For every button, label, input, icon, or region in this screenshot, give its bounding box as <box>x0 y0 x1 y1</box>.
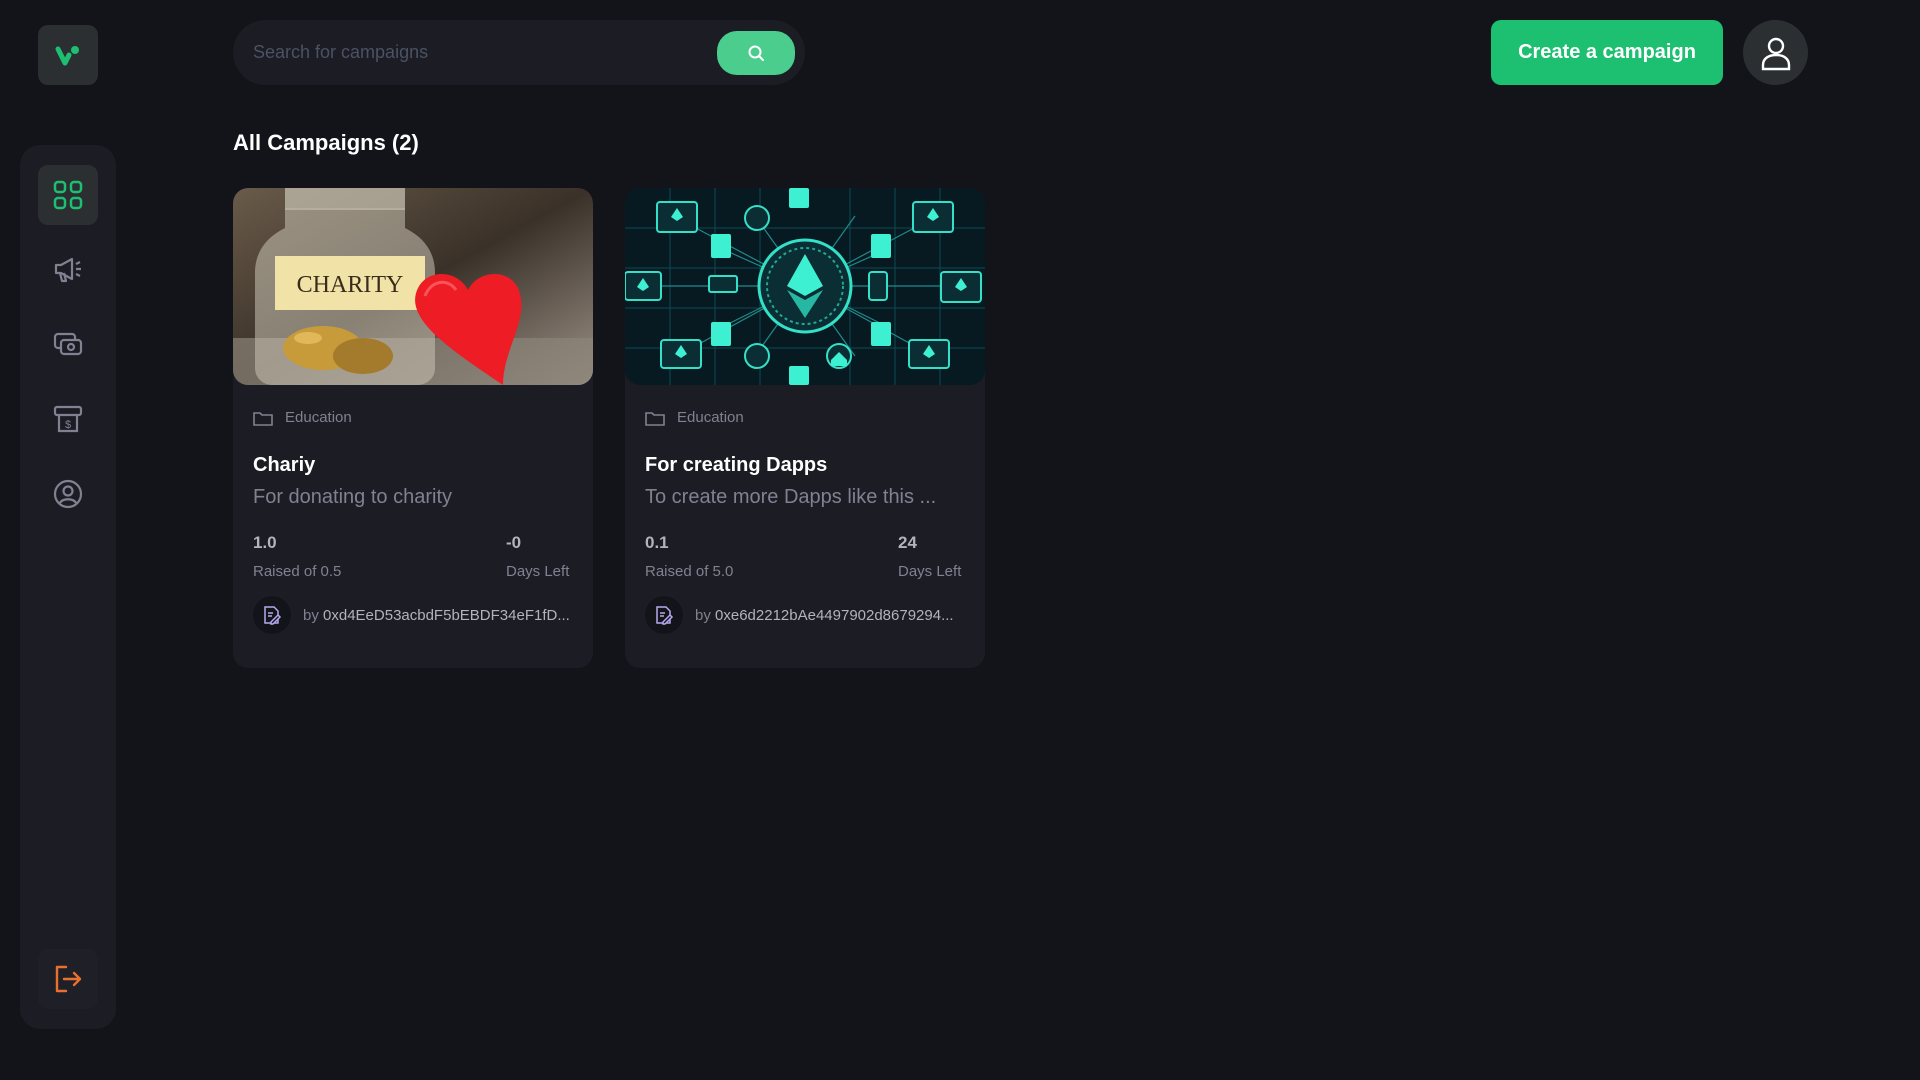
card-category: Education <box>253 409 352 426</box>
owner-by: by <box>303 606 319 624</box>
owner-by: by <box>695 606 711 624</box>
raised-stat: 1.0 Raised of 0.5 <box>253 533 341 580</box>
logout-icon <box>55 965 82 993</box>
owner-avatar <box>253 596 291 634</box>
campaign-card[interactable]: Education For creating Dapps To create m… <box>625 188 985 668</box>
raised-label: Raised of 5.0 <box>645 563 734 580</box>
campaign-image: CHARITY <box>233 188 593 385</box>
raised-value: 0.1 <box>645 533 669 552</box>
owner-text: by 0xd4EeD53acbdF5bEBDF34eF1fD... <box>303 607 570 624</box>
svg-text:$: $ <box>65 419 71 431</box>
campaign-owner: by 0xe6d2212bAe4497902d8679294... <box>645 596 954 634</box>
campaign-image <box>625 188 985 385</box>
raised-value: 1.0 <box>253 533 277 552</box>
search-icon <box>748 45 764 61</box>
search-button[interactable] <box>717 30 795 75</box>
raised-label: Raised of 0.5 <box>253 563 342 580</box>
edit-document-icon <box>264 606 282 625</box>
owner-avatar <box>645 596 683 634</box>
campaign-description: To create more Dapps like this ... <box>645 486 937 508</box>
campaign-title: For creating Dapps <box>645 454 828 476</box>
owner-text: by 0xe6d2212bAe4497902d8679294... <box>695 607 954 624</box>
payment-icon <box>53 332 83 356</box>
megaphone-icon <box>54 257 81 283</box>
days-left-value: 24 <box>898 533 917 552</box>
search-input[interactable] <box>253 42 717 63</box>
card-body: Education For creating Dapps To create m… <box>625 385 985 668</box>
raised-stat: 0.1 Raised of 5.0 <box>645 533 733 580</box>
profile-avatar-button[interactable] <box>1743 20 1808 85</box>
search-bar <box>233 20 805 85</box>
card-body: Education Chariy For donating to charity… <box>233 385 593 668</box>
folder-icon <box>645 411 665 426</box>
days-left-stat: 24 Days Left <box>898 533 961 580</box>
logout-button[interactable] <box>38 949 98 1009</box>
sidebar-item-withdraw[interactable]: $ <box>38 389 98 449</box>
brand-v-logo-icon <box>55 46 79 66</box>
owner-address: 0xd4EeD53acbdF5bEBDF34eF1fD... <box>323 606 570 624</box>
days-left-label: Days Left <box>898 563 962 580</box>
sidebar: $ <box>20 145 116 1029</box>
campaign-title: Chariy <box>253 454 316 476</box>
sidebar-item-dashboard[interactable] <box>38 165 98 225</box>
profile-icon <box>53 479 83 509</box>
sidebar-item-profile[interactable] <box>38 464 98 524</box>
user-icon <box>1761 37 1790 70</box>
days-left-value: -0 <box>506 533 522 552</box>
image-label: CHARITY <box>297 272 404 298</box>
app-logo[interactable] <box>38 25 98 85</box>
days-left-stat: -0 Days Left <box>506 533 569 580</box>
category-label: Education <box>677 409 744 426</box>
category-label: Education <box>285 409 352 426</box>
sidebar-item-payment[interactable] <box>38 314 98 374</box>
dashboard-grid-icon <box>53 180 83 210</box>
create-campaign-button[interactable]: Create a campaign <box>1491 20 1723 85</box>
card-category: Education <box>645 409 744 426</box>
owner-address: 0xe6d2212bAe4497902d8679294... <box>715 606 954 624</box>
days-left-label: Days Left <box>506 563 570 580</box>
campaign-owner: by 0xd4EeD53acbdF5bEBDF34eF1fD... <box>253 596 570 634</box>
campaign-description: For donating to charity <box>253 486 452 508</box>
campaign-card[interactable]: CHARITY Education Chariy For donating to… <box>233 188 593 668</box>
withdraw-icon: $ <box>53 405 83 433</box>
edit-document-icon <box>656 606 674 625</box>
folder-icon <box>253 411 273 426</box>
sidebar-item-campaign[interactable] <box>38 239 98 299</box>
page-title: All Campaigns (2) <box>233 130 419 155</box>
